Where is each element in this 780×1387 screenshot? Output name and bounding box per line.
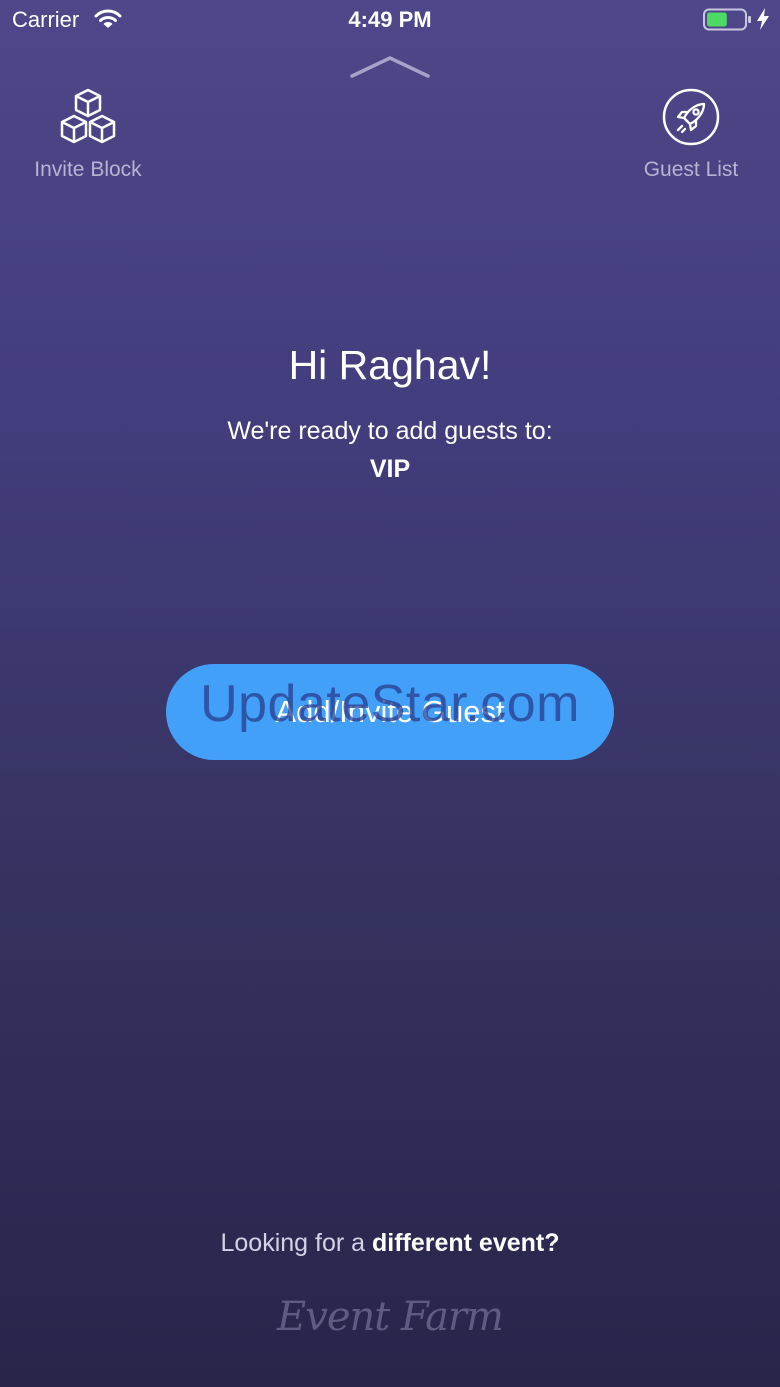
greeting-heading: Hi Raghav! bbox=[288, 342, 492, 388]
nav-guest-list-label: Guest List bbox=[643, 158, 739, 181]
battery-icon bbox=[703, 8, 751, 31]
charging-bolt-icon bbox=[757, 8, 769, 30]
add-invite-guest-button[interactable]: Add/Invite Guest bbox=[166, 664, 614, 760]
clock: 4:49 PM bbox=[348, 7, 432, 32]
different-event-link[interactable]: Looking for a different event? bbox=[0, 1229, 780, 1258]
different-event-bold: different event? bbox=[371, 1229, 560, 1257]
nav-invite-block[interactable]: Invite Block bbox=[13, 86, 163, 182]
status-bar: Carrier 4:49 PM bbox=[0, 0, 780, 40]
different-event-prefix: Looking for a bbox=[220, 1229, 372, 1257]
cubes-icon bbox=[60, 88, 116, 144]
ready-text: We're ready to add guests to: bbox=[227, 417, 553, 445]
event-farm-logo: Event Farm bbox=[277, 1294, 504, 1340]
rocket-icon bbox=[662, 88, 720, 146]
nav-guest-list[interactable]: Guest List bbox=[616, 86, 766, 182]
chevron-up-icon[interactable] bbox=[350, 54, 430, 80]
guest-list-name: VIP bbox=[369, 455, 411, 483]
nav-invite-block-label: Invite Block bbox=[34, 158, 142, 181]
